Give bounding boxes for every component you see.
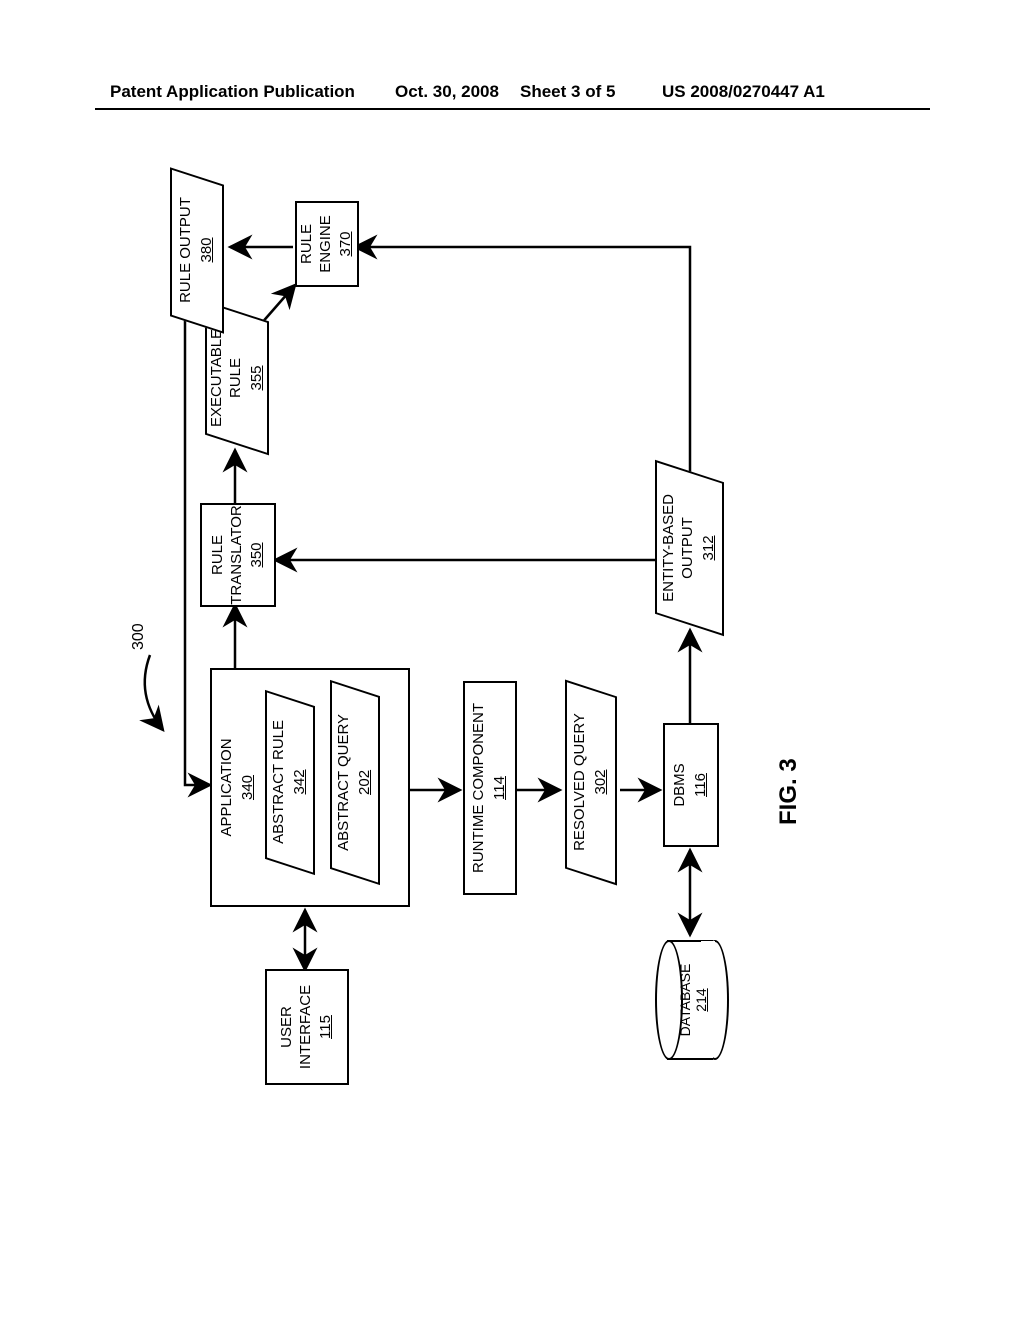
database-ref: 214 [693, 940, 709, 1060]
header-publication: Patent Application Publication [110, 82, 355, 102]
entity-output-title: ENTITY-BASEDOUTPUT [660, 494, 698, 602]
user-interface-ref: 115 [317, 1015, 336, 1039]
header-rule [95, 108, 930, 110]
abstract-rule-ref: 342 [291, 770, 310, 795]
node-entity-output: ENTITY-BASEDOUTPUT 312 [655, 460, 724, 636]
node-rule-translator: RULETRANSLATOR 350 [200, 503, 276, 607]
node-abstract-query: ABSTRACT QUERY 202 [330, 680, 380, 885]
node-resolved-query: RESOLVED QUERY 302 [565, 680, 617, 886]
node-dbms: DBMS 116 [663, 723, 719, 847]
header-date: Oct. 30, 2008 [395, 82, 499, 102]
runtime-ref: 114 [491, 776, 510, 800]
resolved-query-title: RESOLVED QUERY [571, 714, 590, 852]
dbms-ref: 116 [692, 773, 711, 797]
dbms-title: DBMS [671, 763, 690, 806]
header-sheet: Sheet 3 of 5 [520, 82, 615, 102]
node-rule-engine: RULEENGINE 370 [295, 201, 359, 287]
abstract-rule-title: ABSTRACT RULE [270, 721, 289, 845]
rule-engine-ref: 370 [337, 231, 356, 256]
rule-engine-title: RULEENGINE [298, 215, 336, 273]
application-title: APPLICATION [218, 738, 237, 836]
header-pubno: US 2008/0270447 A1 [662, 82, 825, 102]
node-rule-output: RULE OUTPUT 380 [170, 167, 224, 334]
rule-output-ref: 380 [198, 238, 217, 263]
diagram-stage: 300 USERINTERFACE 115 APPLICATION 340 AB… [115, 170, 910, 1125]
callout-300: 300 [130, 623, 148, 650]
executable-rule-title: EXECUTABLERULE [208, 329, 246, 427]
rule-translator-title: RULETRANSLATOR [209, 505, 247, 604]
user-interface-title: USERINTERFACE [278, 985, 316, 1069]
abstract-query-title: ABSTRACT QUERY [335, 714, 354, 851]
figure-label: FIG. 3 [775, 758, 803, 825]
application-ref: 340 [239, 775, 258, 800]
node-database: DATABASE 214 [655, 940, 725, 1060]
rule-translator-ref: 350 [248, 542, 267, 567]
node-user-interface: USERINTERFACE 115 [265, 969, 349, 1085]
abstract-query-ref: 202 [356, 770, 375, 795]
diagram-canvas: 300 USERINTERFACE 115 APPLICATION 340 AB… [115, 170, 910, 1125]
rule-output-title: RULE OUTPUT [177, 198, 196, 304]
executable-rule-ref: 355 [247, 365, 266, 390]
resolved-query-ref: 302 [592, 770, 611, 795]
runtime-title: RUNTIME COMPONENT [470, 703, 489, 873]
entity-output-ref: 312 [700, 535, 719, 560]
node-runtime-component: RUNTIME COMPONENT 114 [463, 681, 517, 895]
node-abstract-rule: ABSTRACT RULE 342 [265, 690, 315, 875]
database-title: DATABASE [677, 940, 693, 1060]
